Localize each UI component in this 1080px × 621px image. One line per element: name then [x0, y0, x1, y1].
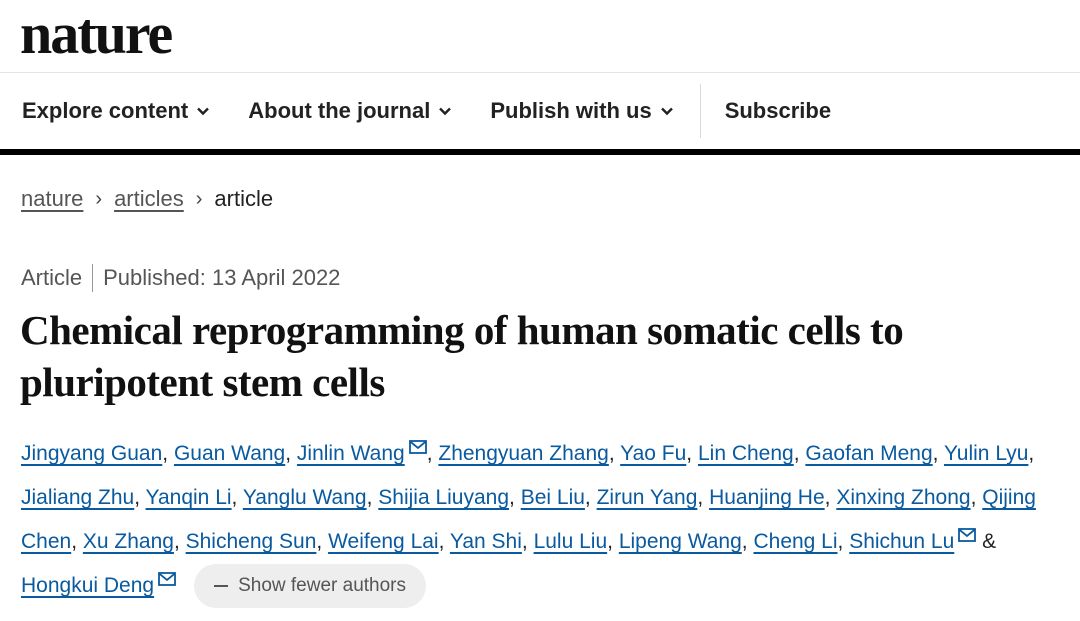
article-title: Chemical reprogramming of human somatic … — [20, 307, 904, 405]
author-link[interactable]: Weifeng Lai — [328, 530, 439, 553]
author-separator: , — [1028, 442, 1035, 465]
author-separator: , — [686, 442, 698, 465]
mail-icon[interactable] — [408, 440, 427, 454]
author-link[interactable]: Zirun Yang — [597, 486, 698, 509]
article-type: Article — [21, 265, 83, 290]
minus-icon — [214, 585, 229, 588]
author-separator: , — [134, 486, 146, 509]
breadcrumb: nature › articles › article — [21, 186, 273, 212]
nav-explore-content[interactable]: Explore content — [22, 98, 210, 124]
author-separator: , — [509, 486, 521, 509]
author-separator: , — [584, 486, 597, 509]
author-separator: , — [608, 442, 621, 465]
nav-publish-with-us-label: Publish with us — [490, 98, 652, 123]
show-fewer-authors-label: Show fewer authors — [238, 575, 407, 597]
author-link[interactable]: Yanqin Li — [146, 486, 232, 509]
author-list: Jingyang Guan, Guan Wang, Jinlin Wang, Z… — [21, 432, 1066, 609]
author-link[interactable]: Lipeng Wang — [619, 530, 742, 553]
nav-divider — [699, 84, 701, 138]
author-link[interactable]: Xinxing Zhong — [836, 486, 970, 509]
author-separator: , — [426, 442, 439, 465]
author-separator: , — [71, 530, 83, 553]
article-meta: Article Published: 13 April 2022 — [21, 264, 340, 292]
author-link[interactable]: Shicheng Sun — [186, 530, 317, 553]
author-separator: , — [438, 530, 450, 553]
author-link[interactable]: Yanglu Wang — [243, 486, 367, 509]
nav-about-journal-label: About the journal — [248, 98, 431, 123]
breadcrumb-separator: › — [195, 187, 203, 210]
author-link[interactable]: Xu Zhang — [83, 530, 174, 553]
breadcrumb-separator: › — [95, 187, 103, 210]
author-link[interactable]: Bei Liu — [521, 486, 585, 509]
author-link[interactable]: Jialiang Zhu — [21, 486, 134, 509]
author-link[interactable]: Yao Fu — [620, 442, 686, 465]
author-link[interactable]: Lulu Liu — [534, 530, 608, 553]
author-link[interactable]: Shichun Lu — [849, 530, 954, 553]
nature-logo[interactable]: nature — [20, 2, 173, 66]
author-separator: , — [741, 530, 754, 553]
nav-explore-content-label: Explore content — [22, 98, 189, 123]
nav-about-journal[interactable]: About the journal — [248, 98, 452, 124]
main-nav: Explore content About the journal Publis… — [0, 73, 1080, 155]
mail-icon[interactable] — [158, 572, 176, 586]
author-link[interactable]: Yan Shi — [450, 530, 522, 553]
mail-icon[interactable] — [958, 528, 977, 542]
author-separator: , — [697, 486, 710, 509]
chevron-down-icon — [439, 107, 452, 116]
author-separator: , — [970, 486, 983, 509]
author-link[interactable]: Yulin Lyu — [944, 442, 1028, 465]
meta-divider — [92, 264, 94, 292]
author-link[interactable]: Jingyang Guan — [21, 442, 162, 465]
author-separator: , — [793, 442, 806, 465]
site-header: nature — [0, 0, 1080, 73]
author-separator: , — [607, 530, 619, 553]
author-separator: , — [824, 486, 837, 509]
author-link[interactable]: Guan Wang — [174, 442, 285, 465]
author-separator: , — [837, 530, 850, 553]
show-fewer-authors-button[interactable]: Show fewer authors — [194, 564, 427, 609]
author-link[interactable]: Gaofan Meng — [805, 442, 932, 465]
published-date: Published: 13 April 2022 — [103, 265, 341, 290]
author-link[interactable]: Hongkui Deng — [21, 574, 154, 597]
author-link[interactable]: Cheng Li — [753, 530, 837, 553]
breadcrumb-articles[interactable]: articles — [114, 186, 184, 212]
author-link[interactable]: Jinlin Wang — [297, 442, 405, 465]
author-separator: , — [173, 530, 186, 553]
nav-publish-with-us[interactable]: Publish with us — [490, 98, 673, 124]
subscribe-link[interactable]: Subscribe — [725, 98, 831, 124]
breadcrumb-current: article — [214, 186, 274, 211]
author-separator: , — [162, 442, 174, 465]
author-separator: , — [366, 486, 379, 509]
author-separator: , — [521, 530, 534, 553]
author-link[interactable]: Shijia Liuyang — [378, 486, 509, 509]
author-separator: , — [285, 442, 297, 465]
chevron-down-icon — [660, 107, 673, 116]
author-link[interactable]: Lin Cheng — [698, 442, 794, 465]
author-link[interactable]: Zhengyuan Zhang — [438, 442, 608, 465]
breadcrumb-nature[interactable]: nature — [21, 186, 83, 212]
author-separator: , — [231, 486, 243, 509]
author-separator: , — [932, 442, 944, 465]
author-separator-last: & — [976, 530, 997, 553]
author-separator: , — [316, 530, 329, 553]
chevron-down-icon — [197, 107, 210, 116]
author-link[interactable]: Huanjing He — [709, 486, 825, 509]
